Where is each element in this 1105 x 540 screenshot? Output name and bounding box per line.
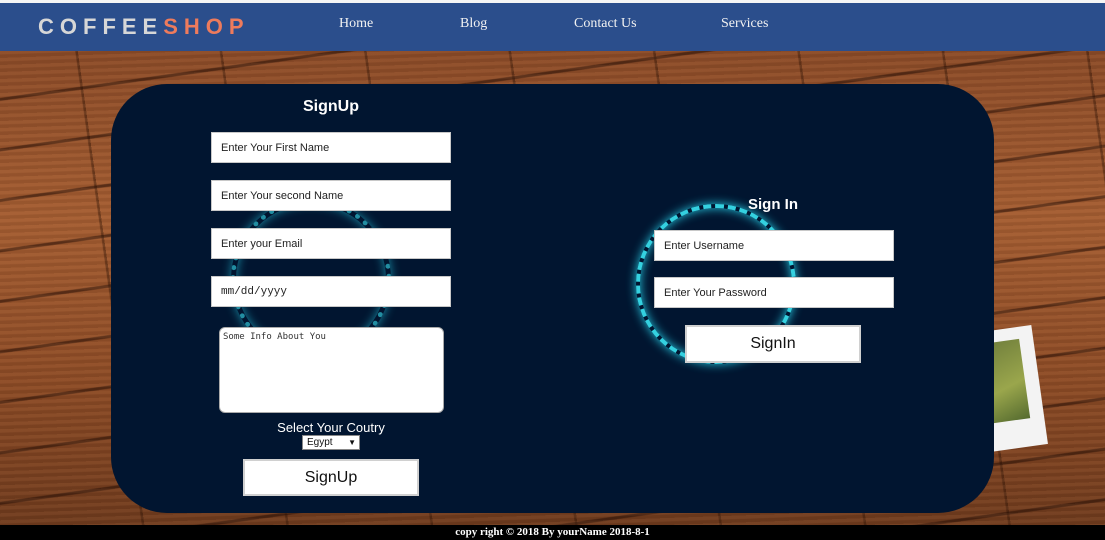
country-selected-value: Egypt (307, 437, 333, 448)
nav-services-link[interactable]: Services (721, 16, 768, 32)
signin-title: Sign In (748, 196, 798, 213)
country-label: Select Your Coutry (277, 420, 385, 435)
footer: copy right © 2018 By yourName 2018-8-1 (0, 525, 1105, 540)
password-input[interactable] (654, 277, 894, 308)
first-name-input[interactable] (211, 132, 451, 163)
nav-home-link[interactable]: Home (339, 16, 373, 32)
second-name-input[interactable] (211, 180, 451, 211)
signup-title: SignUp (303, 98, 359, 115)
navbar: CoffeeShop Home Blog Contact Us Services (0, 0, 1105, 51)
signin-button[interactable]: SignIn (685, 325, 861, 363)
nav-blog-link[interactable]: Blog (460, 16, 487, 32)
forms-card: SignUp Select Your Coutry Egypt ▼ SignUp… (111, 84, 994, 513)
about-textarea[interactable] (219, 327, 444, 413)
logo-main: Coffee (38, 14, 164, 39)
username-input[interactable] (654, 230, 894, 261)
dropdown-arrow-icon: ▼ (348, 438, 356, 447)
site-logo[interactable]: CoffeeShop (38, 14, 250, 40)
nav-contact-link[interactable]: Contact Us (574, 16, 637, 32)
logo-accent: Shop (163, 14, 250, 39)
country-select[interactable]: Egypt ▼ (302, 435, 360, 450)
signup-button[interactable]: SignUp (243, 459, 419, 496)
copyright-text: copy right © 2018 By yourName 2018-8-1 (455, 526, 650, 538)
email-input[interactable] (211, 228, 451, 259)
birthdate-input[interactable] (211, 276, 451, 307)
